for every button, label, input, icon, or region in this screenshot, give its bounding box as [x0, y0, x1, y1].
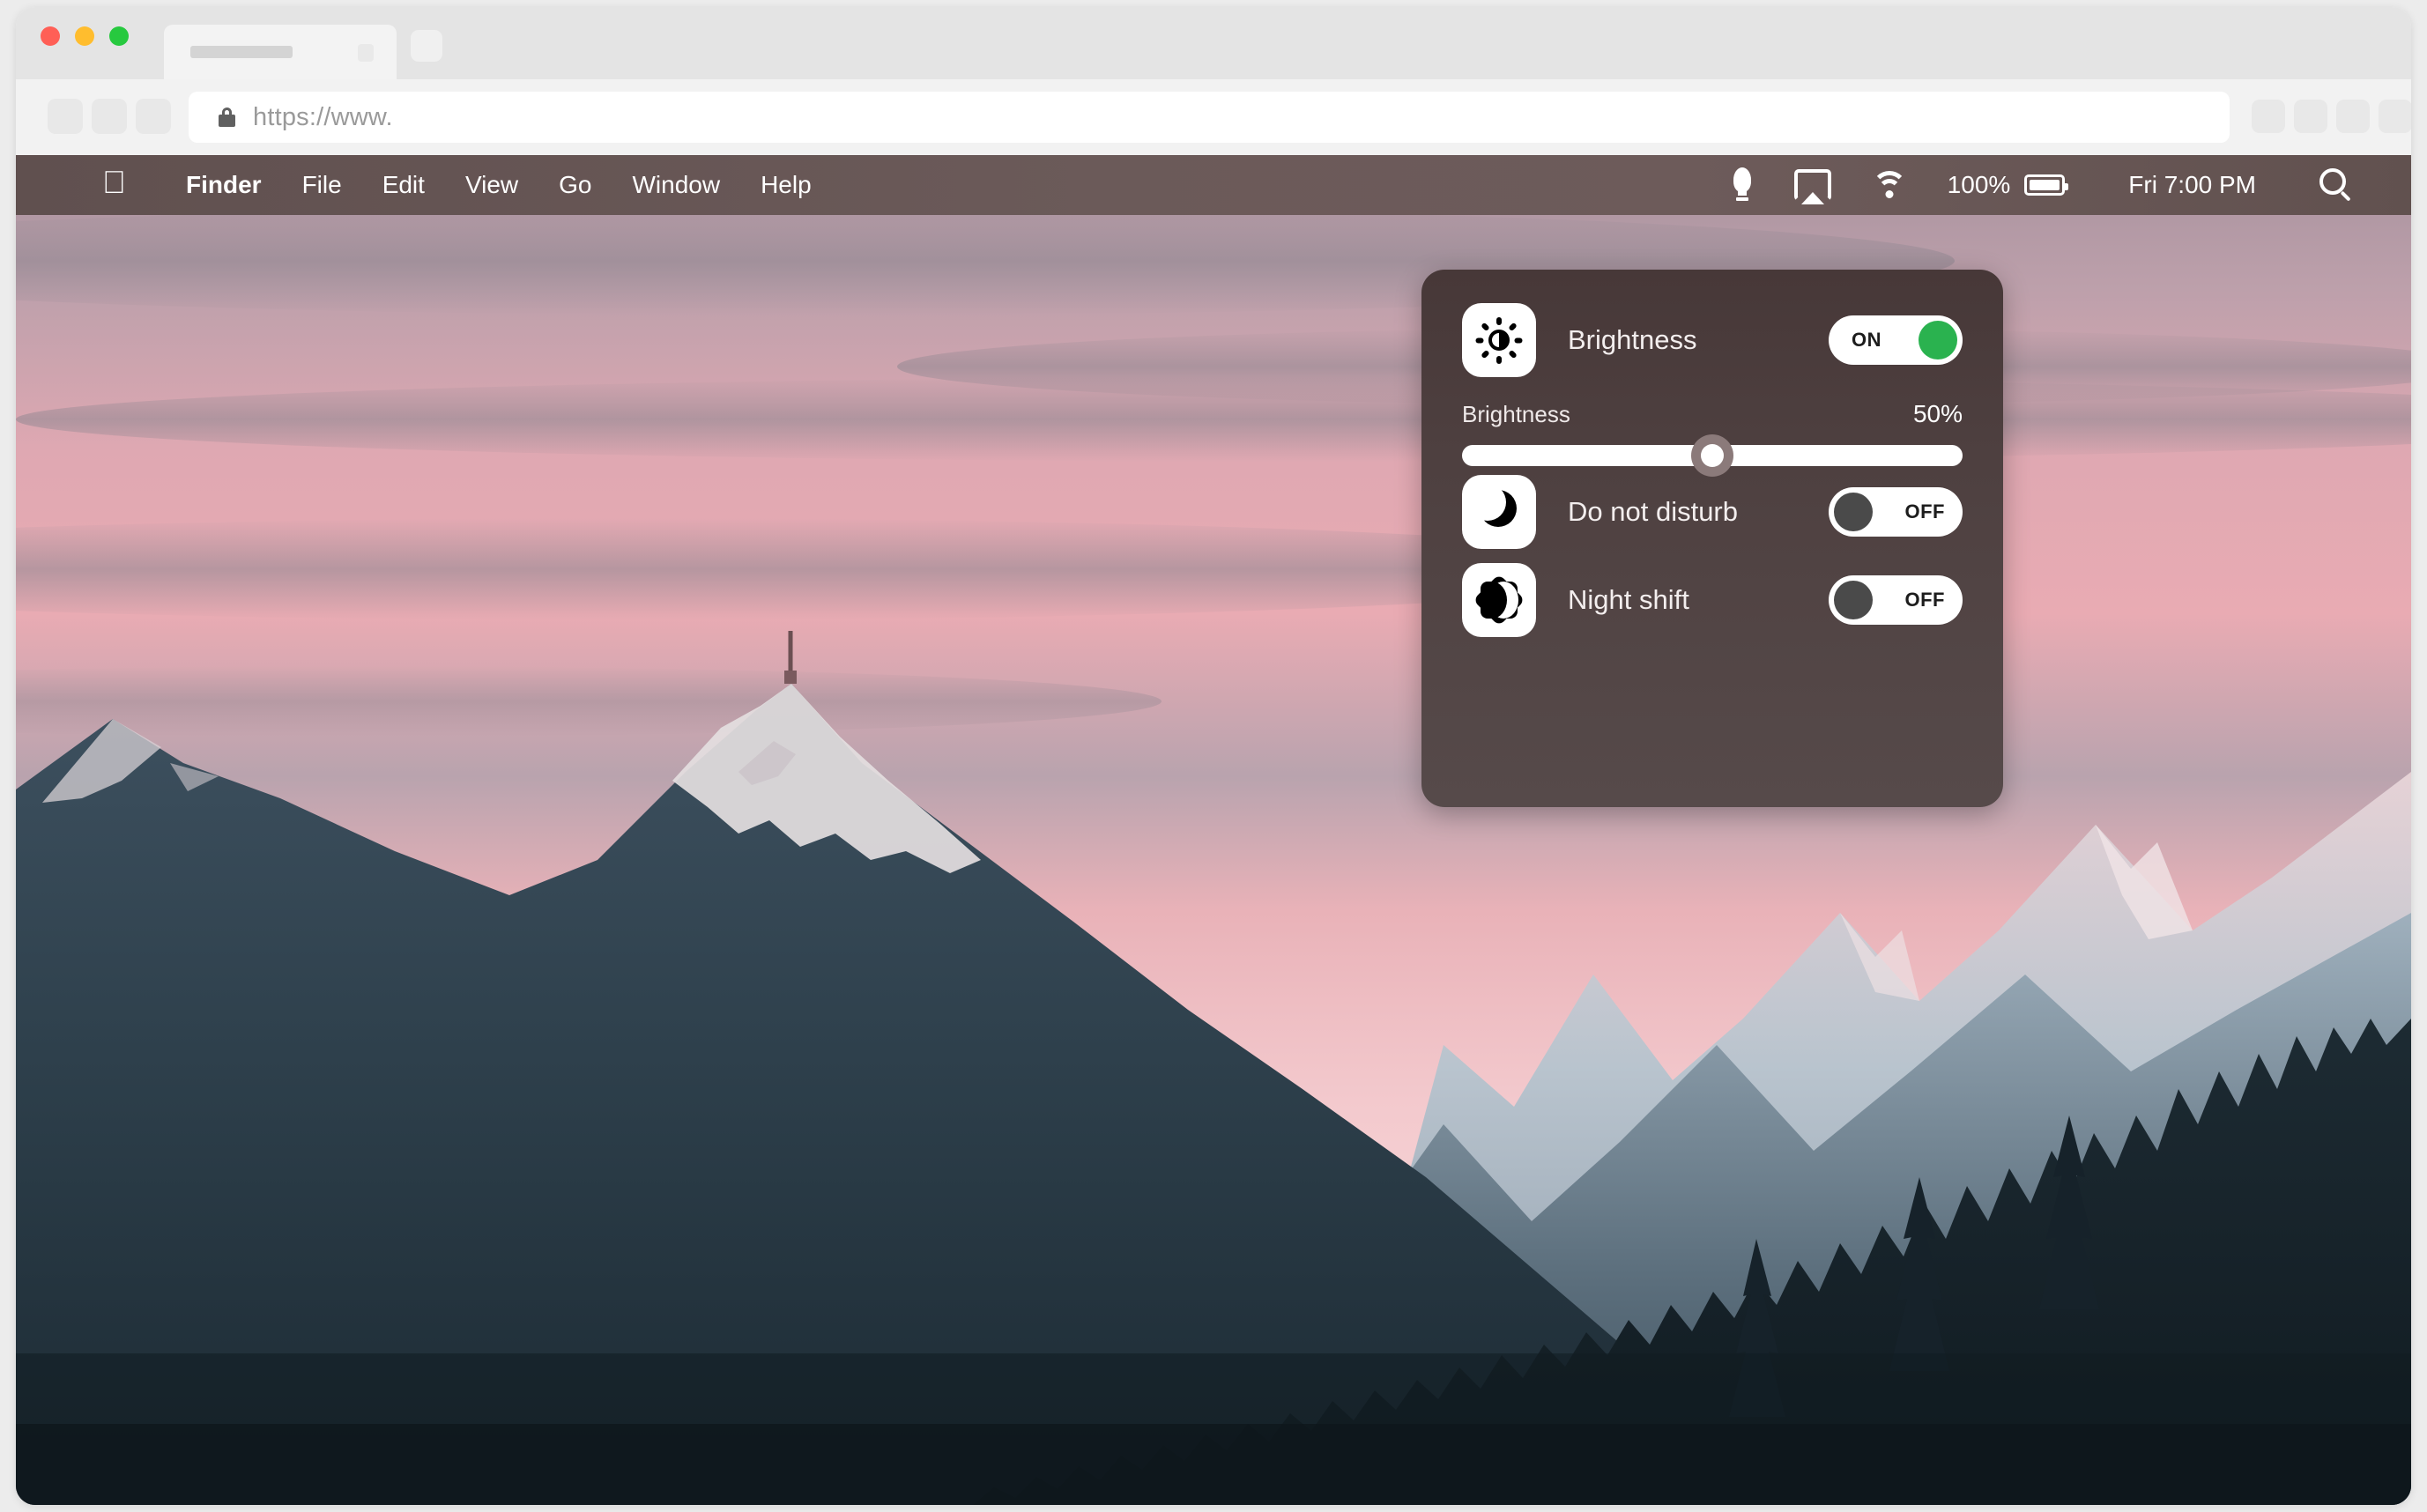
macos-menu-bar:  Finder File Edit View Go Window Help [16, 155, 2411, 215]
tab-title-placeholder [190, 46, 293, 58]
brightness-slider-block: Brightness 50% [1462, 400, 1963, 477]
desktop-wallpaper [16, 155, 2411, 1505]
search-icon [2319, 168, 2353, 202]
menu-bar-bulb-button[interactable] [1731, 167, 1754, 203]
browser-toolbar: https://www. [16, 79, 2411, 155]
menu-bar-status-area: 100% Fri 7:00 PM [1731, 167, 2353, 204]
brightness-slider-label: Brightness [1462, 401, 1570, 427]
extension-button-3[interactable] [2336, 100, 2370, 133]
extension-button-2[interactable] [2294, 100, 2327, 133]
control-row-night-shift[interactable]: Night shift OFF [1462, 563, 1963, 637]
night-shift-icon-tile [1462, 563, 1536, 637]
browser-menu-button[interactable] [2379, 100, 2411, 133]
airplay-icon [1793, 169, 1831, 204]
menu-item-go[interactable]: Go [559, 171, 591, 199]
forward-button[interactable] [92, 99, 127, 134]
control-row-do-not-disturb[interactable]: Do not disturb OFF [1462, 475, 1963, 549]
brightness-icon-tile [1462, 303, 1536, 377]
brightness-toggle-knob [1919, 321, 1957, 359]
brightness-label: Brightness [1568, 324, 1697, 355]
minimize-window-button[interactable] [75, 26, 94, 46]
brightness-slider[interactable] [1462, 434, 1963, 477]
extension-button-1[interactable] [2252, 100, 2285, 133]
brightness-slider-value: 50% [1912, 400, 1963, 427]
control-row-brightness[interactable]: Brightness ON [1462, 303, 1963, 377]
night-shift-toggle[interactable]: OFF [1829, 575, 1963, 625]
lock-icon [219, 107, 235, 127]
address-bar-text: https://www. [253, 102, 393, 131]
menu-item-edit[interactable]: Edit [382, 171, 425, 199]
address-bar[interactable]: https://www. [189, 92, 2230, 143]
new-tab-button[interactable] [411, 30, 442, 62]
menu-item-view[interactable]: View [465, 171, 518, 199]
apple-logo-icon[interactable]:  [102, 167, 126, 198]
browser-tab[interactable] [164, 25, 397, 79]
brightness-slider-thumb[interactable] [1691, 434, 1733, 477]
brightness-toggle[interactable]: ON [1829, 315, 1963, 365]
do-not-disturb-toggle[interactable]: OFF [1829, 487, 1963, 537]
do-not-disturb-toggle-state: OFF [1904, 500, 1945, 523]
wifi-icon [1871, 171, 1907, 199]
brightness-icon [1475, 316, 1523, 364]
control-center-panel: Brightness ON Brightness 50% Do not dist… [1421, 270, 2003, 807]
menu-bar-battery-button[interactable]: 100% [1947, 171, 2069, 199]
reload-button[interactable] [136, 99, 171, 134]
back-button[interactable] [48, 99, 83, 134]
brightness-slider-header: Brightness 50% [1462, 400, 1963, 428]
night-shift-toggle-state: OFF [1904, 589, 1945, 611]
do-not-disturb-toggle-knob [1834, 493, 1873, 531]
night-shift-toggle-knob [1834, 581, 1873, 619]
moon-icon [1476, 489, 1522, 535]
menu-bar-clock[interactable]: Fri 7:00 PM [2128, 171, 2256, 199]
maximize-window-button[interactable] [109, 26, 129, 46]
tab-close-button[interactable] [358, 44, 374, 62]
battery-percentage: 100% [1947, 171, 2011, 198]
menu-item-finder[interactable]: Finder [186, 171, 262, 199]
window-traffic-lights [41, 26, 129, 46]
browser-tab-strip [16, 7, 2411, 79]
night-shift-icon [1473, 574, 1525, 626]
menu-bar-airplay-button[interactable] [1793, 169, 1831, 204]
lightbulb-icon [1731, 167, 1754, 203]
menu-item-file[interactable]: File [302, 171, 342, 199]
menu-bar-search-button[interactable] [2319, 168, 2353, 202]
desktop:  Finder File Edit View Go Window Help [16, 155, 2411, 1505]
battery-icon [2024, 174, 2069, 196]
close-window-button[interactable] [41, 26, 60, 46]
do-not-disturb-icon-tile [1462, 475, 1536, 549]
do-not-disturb-label: Do not disturb [1568, 496, 1738, 527]
menu-bar-wifi-button[interactable] [1871, 171, 1907, 199]
night-shift-label: Night shift [1568, 584, 1689, 615]
menu-item-help[interactable]: Help [761, 171, 812, 199]
brightness-toggle-state: ON [1852, 329, 1881, 351]
browser-window: https://www. Finder File Edit View Go Wi… [16, 7, 2411, 1505]
menu-item-window[interactable]: Window [632, 171, 720, 199]
